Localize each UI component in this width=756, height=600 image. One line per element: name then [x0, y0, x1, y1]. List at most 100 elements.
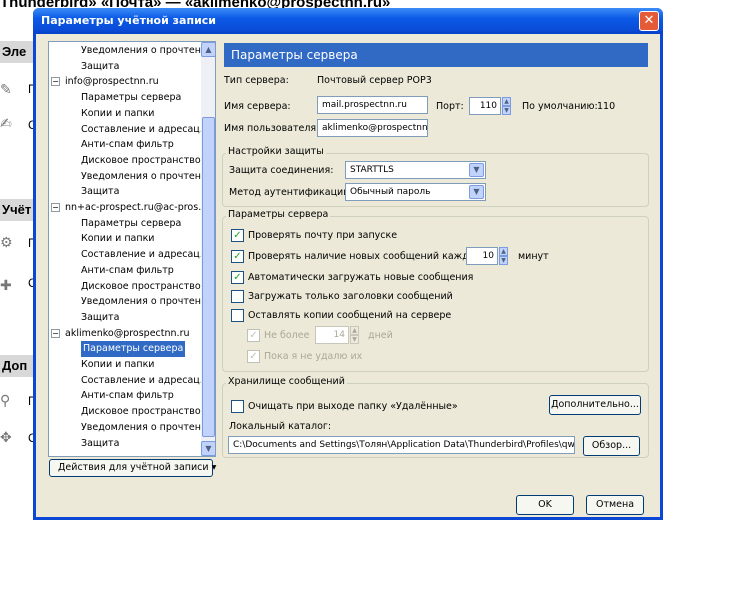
cancel-button[interactable]: Отмена [586, 495, 644, 515]
chevron-down-icon[interactable]: ▼ [469, 163, 484, 177]
tree-item-label: Защита [81, 186, 120, 198]
spin-up-button[interactable]: ▲ [502, 97, 511, 106]
advanced-button[interactable]: Дополнительно... [549, 395, 641, 415]
close-button[interactable]: ✕ [639, 11, 659, 31]
not-more-checkbox[interactable]: ✓ [247, 329, 260, 342]
collapse-icon[interactable]: − [51, 328, 60, 338]
default-port-label: По умолчанию: [522, 101, 598, 112]
account-tree[interactable]: Уведомления о прочтен... Защита − info@pros… [48, 41, 216, 457]
panel-title: Параметры сервера [224, 43, 648, 67]
chevron-down-icon[interactable]: ▼ [469, 185, 484, 199]
tree-item[interactable]: Параметры сервера [49, 341, 201, 358]
auto-download-checkbox[interactable]: ✓ [231, 271, 244, 284]
tree-item[interactable]: Уведомления о прочтен... [49, 169, 210, 185]
tree-item-label: Параметры сервера [81, 217, 182, 229]
leave-copies-checkbox[interactable] [231, 309, 244, 322]
spin-up-button[interactable]: ▲ [350, 326, 359, 335]
tree-item[interactable]: Защита [49, 184, 201, 200]
connection-security-select[interactable]: STARTTLS ▼ [345, 161, 486, 179]
interval-spinner[interactable]: ▲ ▼ [499, 247, 508, 265]
tree-item-label: Дисковое пространство [81, 154, 201, 166]
auth-method-value: Обычный пароль [350, 187, 431, 197]
collapse-icon[interactable]: − [51, 77, 60, 87]
tree-scrollbar[interactable]: ▲ ▼ [201, 42, 215, 456]
days-label: дней [368, 330, 393, 341]
username-input[interactable]: aklimenko@prospectnn.r [317, 119, 428, 137]
check-interval-input[interactable]: 10 [466, 247, 498, 265]
connection-security-value: STARTTLS [350, 165, 394, 175]
tree-account-node[interactable]: − info@prospectnn.ru [49, 74, 201, 90]
tree-item-label: Составление и адресац... [81, 374, 209, 386]
tree-item-label: Параметры сервера [81, 341, 186, 358]
browse-button[interactable]: Обзор... [583, 436, 640, 456]
port-label: Порт: [436, 101, 464, 112]
tree-item[interactable]: Дисковое пространство [49, 404, 201, 420]
tree-item-label: Анти-спам фильтр [81, 264, 174, 276]
minutes-label: минут [518, 251, 549, 262]
local-dir-label: Локальный каталог: [229, 421, 332, 432]
check-interval-checkbox[interactable]: ✓ [231, 250, 244, 263]
not-more-label: Не более [264, 330, 310, 341]
tree-item[interactable]: Составление и адресац... [49, 122, 209, 138]
port-input[interactable]: 110 [469, 97, 501, 115]
scroll-up-button[interactable]: ▲ [201, 42, 215, 57]
tree-item-label: Параметры сервера [81, 92, 182, 104]
collapse-icon[interactable]: − [51, 203, 60, 212]
pencil-icon: ✎ [0, 82, 12, 98]
tree-item[interactable]: Копии и папки [49, 231, 201, 247]
tree-account-node[interactable]: − aklimenko@prospectnn.ru [49, 326, 201, 342]
until-delete-checkbox[interactable]: ✓ [247, 350, 260, 363]
tree-item[interactable]: Защита [49, 59, 201, 75]
tree-item-label: Уведомления о прочтен... [81, 296, 210, 308]
ok-button[interactable]: OK [516, 495, 574, 515]
tree-item[interactable]: Параметры сервера [49, 90, 201, 106]
tree-item[interactable]: Составление и адресац... [49, 247, 209, 263]
auth-method-select[interactable]: Обычный пароль ▼ [345, 183, 486, 201]
spin-up-button[interactable]: ▲ [499, 247, 508, 256]
tree-item[interactable]: Копии и папки [49, 357, 201, 373]
puzzle-icon: ✥ [0, 430, 12, 446]
spin-down-button[interactable]: ▼ [502, 106, 511, 115]
connection-security-label: Защита соединения: [229, 165, 334, 176]
days-spinner[interactable]: ▲ ▼ [350, 326, 359, 344]
tree-item-label: Копии и папки [81, 107, 155, 119]
tree-item-label: Копии и папки [81, 359, 155, 370]
tree-item[interactable]: Уведомления о прочтен... [49, 294, 210, 310]
tree-item-label: Анти-спам фильтр [81, 139, 174, 151]
account-actions-button[interactable]: Действия для учётной записи ▾ [49, 459, 216, 477]
tree-account-node[interactable]: − nn+ac-prospect.ru@ac-pros... [49, 200, 207, 216]
tree-item-label: aklimenko@prospectnn.ru [65, 327, 190, 339]
tree-item[interactable]: Анти-спам фильтр [49, 137, 201, 153]
tree-item[interactable]: Составление и адресац... [49, 373, 209, 389]
check-startup-checkbox[interactable]: ✓ [231, 229, 244, 242]
scroll-down-button[interactable]: ▼ [201, 441, 215, 456]
scroll-thumb[interactable] [202, 117, 215, 437]
window-titlebar[interactable]: Параметры учётной записи ✕ [33, 8, 663, 34]
not-more-input[interactable]: 14 [315, 326, 349, 344]
headers-only-label: Загружать только заголовки сообщений [248, 291, 453, 302]
local-dir-input[interactable]: C:\Documents and Settings\Толян\Applicat… [228, 436, 575, 454]
headers-only-checkbox[interactable] [231, 290, 244, 303]
tree-item[interactable]: Уведомления о прочтен... [49, 420, 210, 436]
tree-item[interactable]: Дисковое пространство [49, 279, 201, 295]
magnifier-icon: ⚲ [0, 393, 11, 409]
server-name-input[interactable]: mail.prospectnn.ru [317, 96, 428, 114]
tree-item-label: Анти-спам фильтр [81, 390, 174, 402]
tree-item-label: Уведомления о прочтен... [81, 421, 210, 433]
plus-icon: ✚ [0, 278, 12, 294]
tree-item[interactable]: Уведомления о прочтен... [49, 43, 210, 59]
tree-item[interactable]: Дисковое пространство [49, 153, 201, 169]
tree-item[interactable]: Защита [49, 436, 201, 452]
spin-down-button[interactable]: ▼ [499, 256, 508, 265]
port-spinner[interactable]: ▲ ▼ [502, 97, 511, 115]
tree-item[interactable]: Анти-спам фильтр [49, 388, 201, 404]
tree-item[interactable]: Параметры сервера [49, 216, 201, 232]
server-settings-legend: Параметры сервера [226, 209, 331, 220]
tree-item-label: info@prospectnn.ru [65, 76, 159, 88]
tree-item[interactable]: Защита [49, 310, 201, 326]
tree-item[interactable]: Анти-спам фильтр [49, 263, 201, 279]
account-settings-window: Параметры учётной записи ✕ Уведомления о… [33, 8, 663, 520]
spin-down-button[interactable]: ▼ [350, 335, 359, 344]
tree-item[interactable]: Копии и папки [49, 106, 201, 122]
empty-trash-checkbox[interactable] [231, 400, 244, 413]
